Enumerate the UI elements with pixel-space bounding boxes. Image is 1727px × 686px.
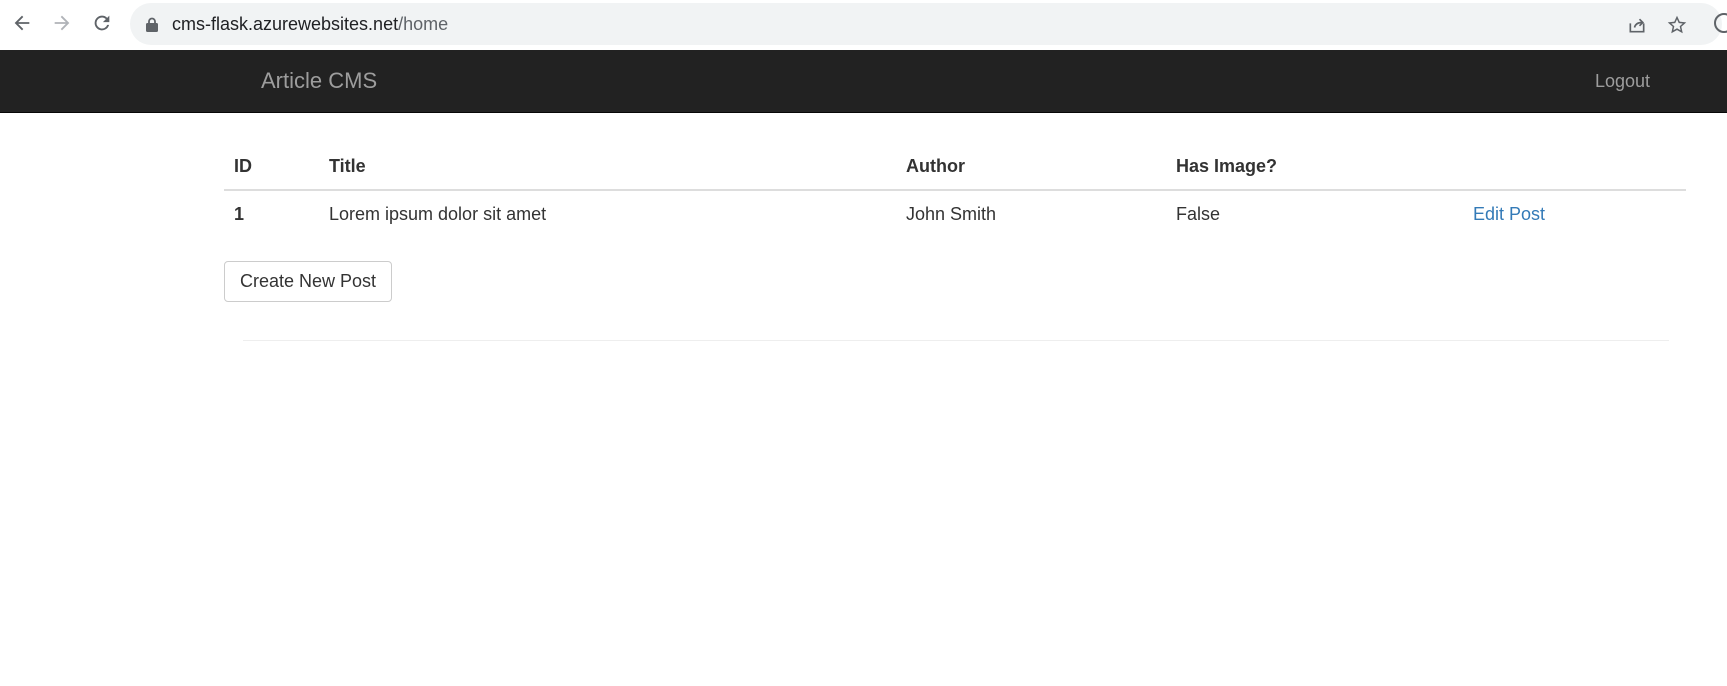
column-header-title: Title xyxy=(319,143,896,191)
post-actions-cell: Edit Post xyxy=(1463,190,1686,237)
edit-post-link[interactable]: Edit Post xyxy=(1473,204,1545,224)
column-header-author: Author xyxy=(896,143,1166,191)
share-icon xyxy=(1629,18,1645,33)
create-new-post-button[interactable]: Create New Post xyxy=(224,261,393,302)
star-icon xyxy=(1667,15,1687,34)
back-button[interactable] xyxy=(7,8,37,38)
bookmark-button[interactable] xyxy=(1666,14,1688,36)
brand-link[interactable]: Article CMS xyxy=(261,50,377,112)
posts-table: ID Title Author Has Image? 1 Lorem ipsum… xyxy=(224,143,1686,237)
url-text: cms-flask.azurewebsites.net/home xyxy=(172,3,448,45)
url-path: /home xyxy=(398,14,449,34)
column-header-has-image: Has Image? xyxy=(1166,143,1463,191)
column-header-actions xyxy=(1463,143,1686,191)
arrow-right-icon xyxy=(54,15,70,31)
post-title: Lorem ipsum dolor sit amet xyxy=(329,203,547,224)
table-row: 1 Lorem ipsum dolor sit amet John Smith … xyxy=(224,190,1686,237)
url-host: cms-flask.azurewebsites.net xyxy=(172,14,399,34)
post-id: 1 xyxy=(234,203,245,224)
reload-button[interactable] xyxy=(87,8,117,38)
extension-icon[interactable] xyxy=(1714,13,1727,33)
address-bar[interactable]: cms-flask.azurewebsites.net/home xyxy=(130,3,1722,45)
table-header-row: ID Title Author Has Image? xyxy=(224,143,1686,191)
column-header-id: ID xyxy=(224,143,319,191)
main-content: ID Title Author Has Image? 1 Lorem ipsum… xyxy=(224,143,1686,302)
lock-icon xyxy=(146,17,158,32)
post-author: John Smith xyxy=(906,203,997,224)
forward-button[interactable] xyxy=(47,8,77,38)
logout-link[interactable]: Logout xyxy=(1595,50,1650,112)
share-button[interactable] xyxy=(1626,14,1648,36)
browser-toolbar: cms-flask.azurewebsites.net/home xyxy=(0,0,1727,50)
content-divider xyxy=(243,340,1669,341)
post-has-image: False xyxy=(1176,203,1221,224)
reload-icon xyxy=(94,15,110,31)
app-navbar: Article CMS Logout xyxy=(0,50,1727,113)
arrow-left-icon xyxy=(14,15,30,31)
